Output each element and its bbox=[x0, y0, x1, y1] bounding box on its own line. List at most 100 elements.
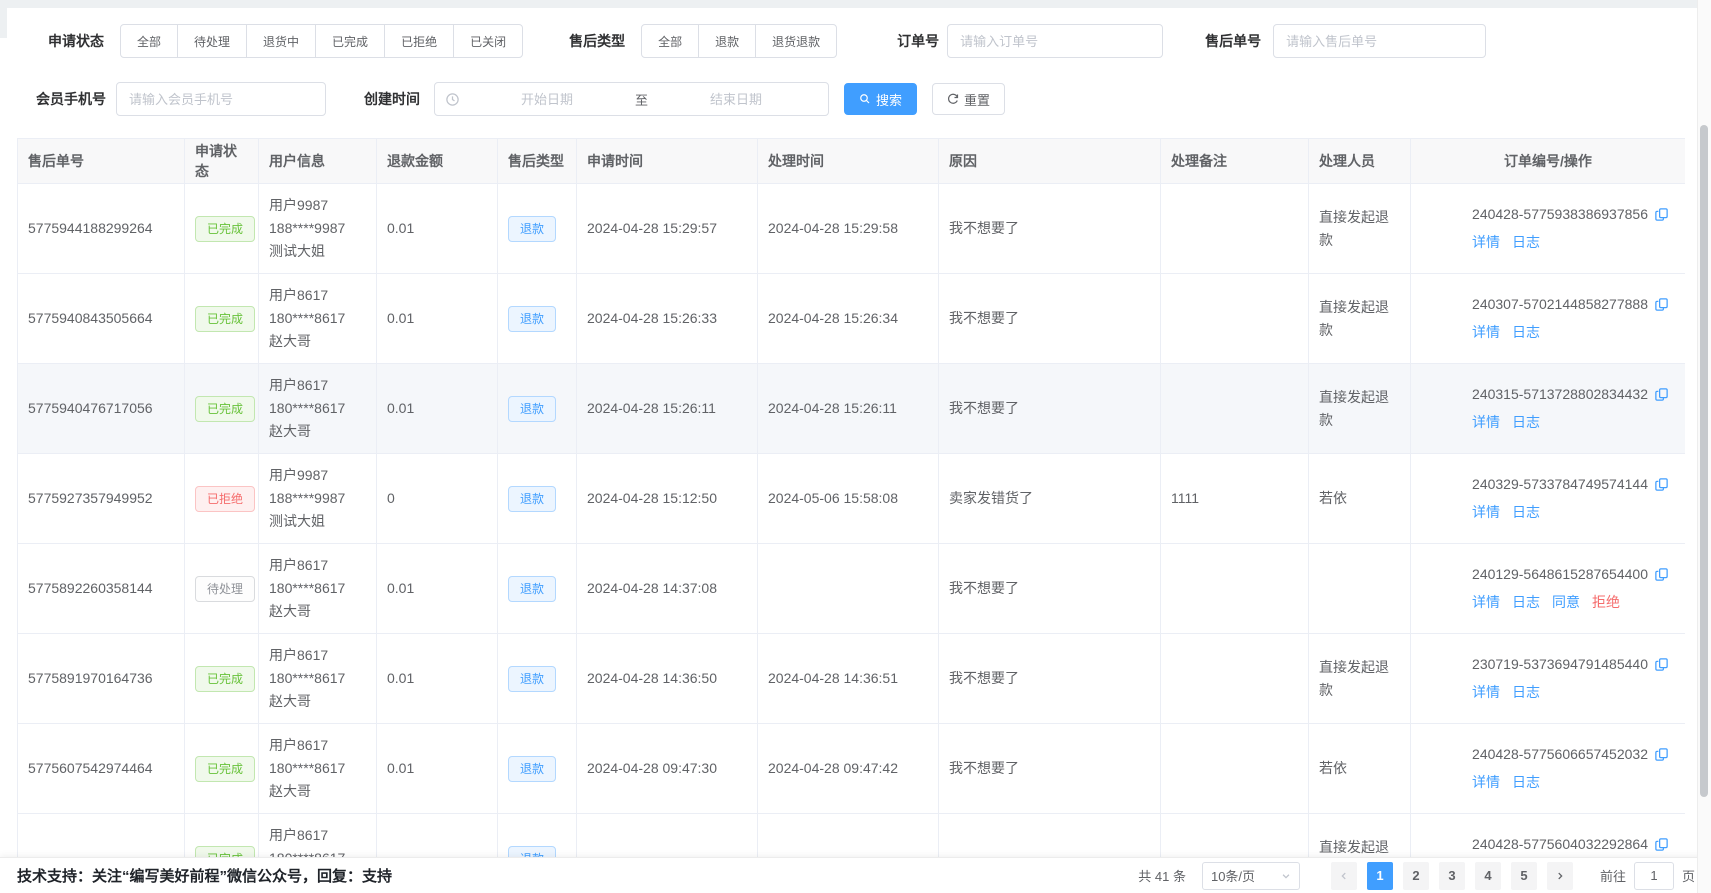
column-header-9: 处理人员 bbox=[1309, 139, 1411, 184]
copy-icon[interactable] bbox=[1654, 657, 1669, 672]
goto-label: 前往 bbox=[1600, 866, 1626, 885]
column-header-5: 申请时间 bbox=[577, 139, 758, 184]
user-info-cell: 用户8617180****8617赵大哥 bbox=[259, 634, 377, 724]
action-link[interactable]: 日志 bbox=[1512, 414, 1540, 430]
remark-cell bbox=[1161, 364, 1309, 454]
remark-cell bbox=[1161, 814, 1309, 858]
column-header-0: 售后单号 bbox=[18, 139, 185, 184]
copy-icon[interactable] bbox=[1654, 747, 1669, 762]
action-link[interactable]: 日志 bbox=[1512, 594, 1540, 610]
goto-page-input[interactable] bbox=[1634, 862, 1674, 890]
column-header-4: 售后类型 bbox=[498, 139, 577, 184]
apply-time-cell: 2024-04-28 15:29:57 bbox=[577, 184, 758, 274]
handler-cell: 直接发起退款 bbox=[1309, 814, 1411, 858]
action-link[interactable]: 日志 bbox=[1512, 684, 1540, 700]
action-link[interactable]: 拒绝 bbox=[1592, 594, 1620, 610]
create-time-label: 创建时间 bbox=[364, 89, 420, 109]
next-page-button[interactable] bbox=[1547, 862, 1573, 890]
copy-icon[interactable] bbox=[1654, 297, 1669, 312]
copy-icon[interactable] bbox=[1654, 387, 1669, 402]
handle-time-cell bbox=[758, 544, 939, 634]
handle-time-cell: 2024-04-28 15:26:11 bbox=[758, 364, 939, 454]
action-link[interactable]: 详情 bbox=[1472, 774, 1500, 790]
type-cell: 退款 bbox=[498, 814, 577, 858]
action-link[interactable]: 详情 bbox=[1472, 234, 1500, 250]
action-link[interactable]: 详情 bbox=[1472, 324, 1500, 340]
copy-icon[interactable] bbox=[1654, 837, 1669, 852]
handle-time-cell bbox=[758, 814, 939, 858]
refund-amount-cell: 0 bbox=[377, 454, 498, 544]
handler-cell: 若依 bbox=[1309, 724, 1411, 814]
status-option-4[interactable]: 已拒绝 bbox=[384, 24, 454, 58]
type-option-1[interactable]: 退款 bbox=[698, 24, 756, 58]
order-no: 230719-5373694791485440 bbox=[1472, 653, 1648, 676]
status-option-0[interactable]: 全部 bbox=[120, 24, 178, 58]
action-link[interactable]: 同意 bbox=[1552, 594, 1580, 610]
after-sale-no-input[interactable] bbox=[1273, 24, 1486, 58]
status-cell: 待处理 bbox=[185, 544, 259, 634]
handler-cell: 直接发起退款 bbox=[1309, 364, 1411, 454]
page-button-3[interactable]: 3 bbox=[1439, 862, 1465, 890]
search-button[interactable]: 搜索 bbox=[844, 83, 917, 115]
status-badge: 已完成 bbox=[195, 216, 255, 242]
handle-time-cell: 2024-04-28 15:26:34 bbox=[758, 274, 939, 364]
member-phone-label: 会员手机号 bbox=[36, 89, 106, 109]
apply-time-cell: 2024-04-28 09:47:30 bbox=[577, 724, 758, 814]
status-option-1[interactable]: 待处理 bbox=[177, 24, 247, 58]
status-option-3[interactable]: 已完成 bbox=[315, 24, 385, 58]
copy-icon[interactable] bbox=[1654, 207, 1669, 222]
row-actions: 详情日志 bbox=[1472, 681, 1669, 704]
order-op-cell: 240428-5775938386937856 详情日志 bbox=[1411, 184, 1686, 274]
remark-cell bbox=[1161, 274, 1309, 364]
action-link[interactable]: 详情 bbox=[1472, 504, 1500, 520]
user-info-cell: 用户9987188****9987测试大姐 bbox=[259, 454, 377, 544]
goto-page: 前往 页 bbox=[1600, 862, 1695, 890]
start-date-input[interactable] bbox=[465, 92, 629, 107]
end-date-input[interactable] bbox=[654, 92, 818, 107]
type-badge: 退款 bbox=[508, 396, 556, 422]
reason-cell bbox=[939, 814, 1161, 858]
page-scrollbar-thumb[interactable] bbox=[1700, 125, 1708, 797]
column-header-1: 申请状态 bbox=[185, 139, 259, 184]
page-size-select[interactable]: 10条/页 bbox=[1202, 862, 1300, 890]
page-button-5[interactable]: 5 bbox=[1511, 862, 1537, 890]
action-link[interactable]: 日志 bbox=[1512, 234, 1540, 250]
order-no-input[interactable] bbox=[947, 24, 1163, 58]
type-option-2[interactable]: 退货退款 bbox=[755, 24, 837, 58]
reason-cell: 我不想要了 bbox=[939, 544, 1161, 634]
refund-amount-cell: 0.01 bbox=[377, 724, 498, 814]
member-phone-input[interactable] bbox=[116, 82, 326, 116]
order-no-label: 订单号 bbox=[897, 31, 939, 51]
reset-button[interactable]: 重置 bbox=[932, 83, 1005, 115]
copy-icon[interactable] bbox=[1654, 567, 1669, 582]
action-link[interactable]: 日志 bbox=[1512, 324, 1540, 340]
filter-row-2: 会员手机号 创建时间 至 搜索 bbox=[0, 82, 1711, 116]
order-no: 240428-5775604032292864 bbox=[1472, 833, 1648, 856]
prev-page-button[interactable] bbox=[1331, 862, 1357, 890]
page-button-4[interactable]: 4 bbox=[1475, 862, 1501, 890]
table-row: 5775892260358144 待处理 用户8617180****8617赵大… bbox=[18, 544, 1686, 634]
remark-cell bbox=[1161, 544, 1309, 634]
status-option-5[interactable]: 已关闭 bbox=[453, 24, 523, 58]
type-option-0[interactable]: 全部 bbox=[641, 24, 699, 58]
reset-button-label: 重置 bbox=[964, 90, 990, 109]
action-link[interactable]: 日志 bbox=[1512, 504, 1540, 520]
action-link[interactable]: 详情 bbox=[1472, 414, 1500, 430]
status-option-2[interactable]: 退货中 bbox=[246, 24, 316, 58]
refund-amount-cell bbox=[377, 814, 498, 858]
type-badge: 退款 bbox=[508, 306, 556, 332]
pagination: 共 41 条 10条/页 12345 bbox=[1138, 862, 1695, 890]
reason-cell: 卖家发错货了 bbox=[939, 454, 1161, 544]
page-button-2[interactable]: 2 bbox=[1403, 862, 1429, 890]
refund-amount-cell: 0.01 bbox=[377, 184, 498, 274]
row-actions: 详情日志 bbox=[1472, 411, 1669, 434]
action-link[interactable]: 详情 bbox=[1472, 594, 1500, 610]
action-link[interactable]: 日志 bbox=[1512, 774, 1540, 790]
copy-icon[interactable] bbox=[1654, 477, 1669, 492]
status-cell: 已完成 bbox=[185, 274, 259, 364]
page-button-1[interactable]: 1 bbox=[1367, 862, 1393, 890]
apply-time-cell: 2024-04-28 15:12:50 bbox=[577, 454, 758, 544]
order-no: 240307-5702144858277888 bbox=[1472, 293, 1648, 316]
action-link[interactable]: 详情 bbox=[1472, 684, 1500, 700]
date-range-picker[interactable]: 至 bbox=[434, 82, 829, 116]
